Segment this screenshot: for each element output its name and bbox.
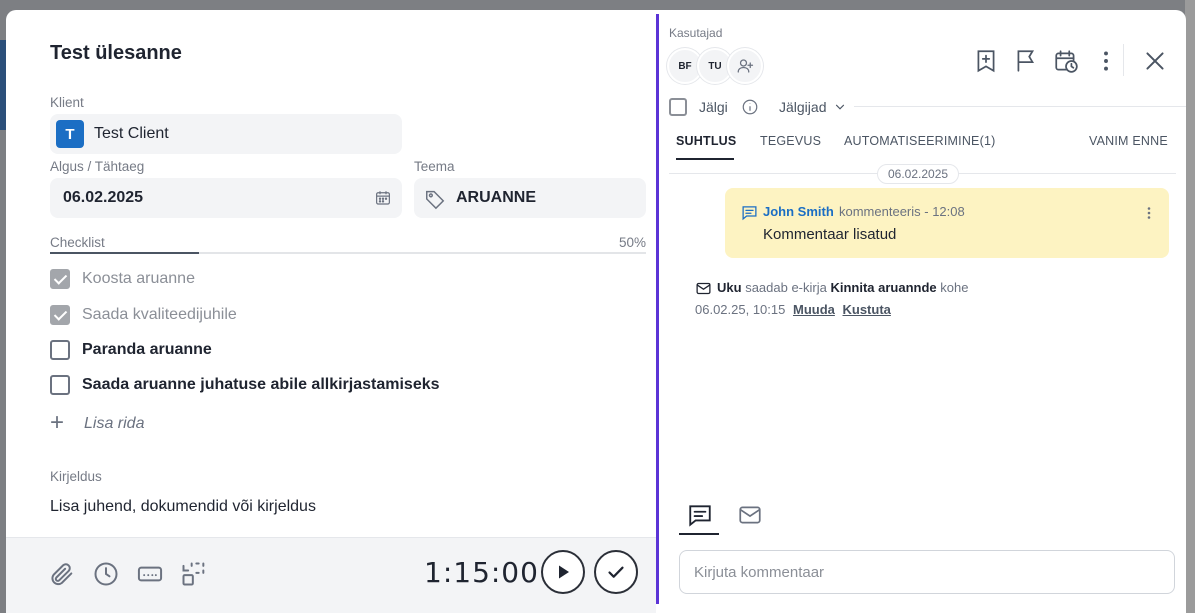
theme-label: Teema bbox=[414, 159, 455, 174]
add-user-button[interactable] bbox=[727, 48, 763, 84]
sort-order-toggle[interactable]: VANIM ENNE bbox=[1089, 134, 1168, 148]
calendar-icon[interactable] bbox=[374, 189, 392, 207]
description-label: Kirjeldus bbox=[50, 469, 102, 484]
tab-suhtlus[interactable]: SUHTLUS bbox=[676, 134, 736, 148]
more-vertical-icon[interactable] bbox=[1093, 48, 1119, 74]
followers-dropdown[interactable]: Jälgijad bbox=[779, 99, 826, 115]
complete-button[interactable] bbox=[594, 550, 638, 594]
client-label: Klient bbox=[50, 95, 84, 110]
email-event: Uku saadab e-kirja Kinnita aruannde kohe… bbox=[695, 280, 1175, 320]
theme-value: ARUANNE bbox=[456, 189, 536, 206]
tab-automatiseerimine[interactable]: AUTOMATISEERIMINE(1) bbox=[844, 134, 995, 148]
checklist-checkbox[interactable] bbox=[50, 305, 70, 325]
email-timestamp: 06.02.25, 10:15 bbox=[695, 302, 786, 317]
timer-display: 1:15:00 bbox=[424, 556, 539, 589]
checklist-checkbox[interactable] bbox=[50, 340, 70, 360]
toolbar-separator bbox=[1123, 44, 1124, 76]
email-meta: 06.02.25, 10:15 Muuda Kustuta bbox=[695, 302, 891, 317]
checklist-label: Checklist bbox=[50, 235, 105, 250]
task-details-pane: Test ülesanne Klient T Test Client Algus… bbox=[6, 10, 656, 613]
edit-link[interactable]: Muuda bbox=[793, 302, 835, 317]
task-modal: Test ülesanne Klient T Test Client Algus… bbox=[6, 10, 1186, 613]
comment-tab-icon[interactable] bbox=[687, 502, 713, 528]
mail-icon bbox=[696, 282, 711, 295]
calendar-clock-icon[interactable] bbox=[1053, 48, 1079, 74]
email-subject[interactable]: Kinnita aruannde bbox=[830, 280, 936, 295]
client-name: Test Client bbox=[94, 125, 169, 142]
comment-body: Kommentaar lisatud bbox=[763, 226, 897, 243]
play-icon bbox=[559, 565, 569, 579]
background-right bbox=[1185, 0, 1195, 613]
info-icon[interactable] bbox=[741, 98, 759, 116]
client-field[interactable]: T Test Client bbox=[50, 114, 402, 154]
checklist-item: Paranda aruanne bbox=[50, 339, 640, 363]
delete-link[interactable]: Kustuta bbox=[843, 302, 891, 317]
task-footer: 1:15:00 bbox=[6, 537, 656, 613]
email-tab-icon[interactable] bbox=[737, 502, 763, 528]
activity-tabs: SUHTLUS TEGEVUS AUTOMATISEERIMINE(1) VAN… bbox=[669, 132, 1176, 162]
date-separator: 06.02.2025 bbox=[877, 164, 960, 184]
plus-icon: + bbox=[50, 409, 65, 436]
checklist-checkbox[interactable] bbox=[50, 375, 70, 395]
follow-row: Jälgi Jälgijad bbox=[669, 96, 1186, 118]
checklist-item-text[interactable]: Saada kvaliteedijuhile bbox=[82, 306, 237, 324]
email-verb: saadab e-kirja bbox=[745, 280, 827, 295]
checklist-progress bbox=[50, 252, 646, 254]
checklist-checkbox[interactable] bbox=[50, 269, 70, 289]
composer-tabs bbox=[679, 502, 779, 536]
comment-author[interactable]: John Smith bbox=[763, 204, 834, 219]
flag-icon[interactable] bbox=[1013, 48, 1039, 74]
comment-icon bbox=[742, 206, 757, 221]
comment-card: John Smith kommenteeris - 12:08 Kommenta… bbox=[725, 188, 1169, 258]
checkmark-icon bbox=[608, 566, 624, 578]
paperclip-icon[interactable] bbox=[48, 560, 76, 588]
close-icon[interactable] bbox=[1142, 48, 1168, 74]
keyboard-icon[interactable] bbox=[136, 560, 164, 588]
date-field[interactable]: 06.02.2025 bbox=[50, 178, 402, 218]
follow-checkbox[interactable] bbox=[669, 98, 687, 116]
activity-pane: Kasutajad BF TU Jälgi Jälgijad SUHTLUS T… bbox=[659, 10, 1186, 613]
email-suffix: kohe bbox=[940, 280, 969, 295]
client-avatar: T bbox=[56, 120, 84, 148]
active-tab-indicator bbox=[676, 158, 734, 160]
checklist-item: Koosta aruanne bbox=[50, 268, 640, 292]
tab-tegevus[interactable]: TEGEVUS bbox=[760, 134, 821, 148]
checklist-item: Saada aruanne juhatuse abile allkirjasta… bbox=[50, 374, 640, 398]
email-actor: Uku bbox=[717, 280, 742, 295]
task-title[interactable]: Test ülesanne bbox=[50, 42, 182, 65]
chevron-down-icon[interactable] bbox=[833, 100, 847, 114]
add-user-icon bbox=[737, 59, 754, 73]
checklist-percent: 50% bbox=[618, 235, 646, 250]
checklist-item: Saada kvaliteedijuhile bbox=[50, 304, 640, 328]
checklist-progress-fill bbox=[50, 252, 199, 254]
date-label: Algus / Tähtaeg bbox=[50, 159, 145, 174]
follow-divider bbox=[854, 106, 1186, 107]
clock-icon[interactable] bbox=[92, 560, 120, 588]
more-vertical-icon[interactable] bbox=[1143, 206, 1155, 220]
comment-input[interactable] bbox=[679, 550, 1175, 594]
date-value: 06.02.2025 bbox=[63, 189, 144, 206]
play-button[interactable] bbox=[541, 550, 585, 594]
email-event-text: Uku saadab e-kirja Kinnita aruannde kohe bbox=[717, 280, 968, 295]
checklist-item-text[interactable]: Paranda aruanne bbox=[82, 341, 212, 359]
bookmark-add-icon[interactable] bbox=[973, 48, 999, 74]
users-label: Kasutajad bbox=[669, 26, 723, 40]
add-row-label: Lisa rida bbox=[84, 415, 145, 432]
active-composer-indicator bbox=[679, 533, 719, 535]
description-field[interactable]: Lisa juhend, dokumendid või kirjeldus bbox=[50, 498, 316, 516]
checklist-toggle-icon[interactable] bbox=[180, 560, 208, 588]
tag-icon bbox=[426, 190, 445, 210]
checklist-item-text[interactable]: Koosta aruanne bbox=[82, 270, 195, 288]
comment-meta: kommenteeris - 12:08 bbox=[839, 204, 965, 219]
theme-field[interactable]: ARUANNE bbox=[414, 178, 646, 218]
follow-label[interactable]: Jälgi bbox=[699, 99, 728, 115]
checklist-item-text[interactable]: Saada aruanne juhatuse abile allkirjasta… bbox=[82, 376, 440, 394]
